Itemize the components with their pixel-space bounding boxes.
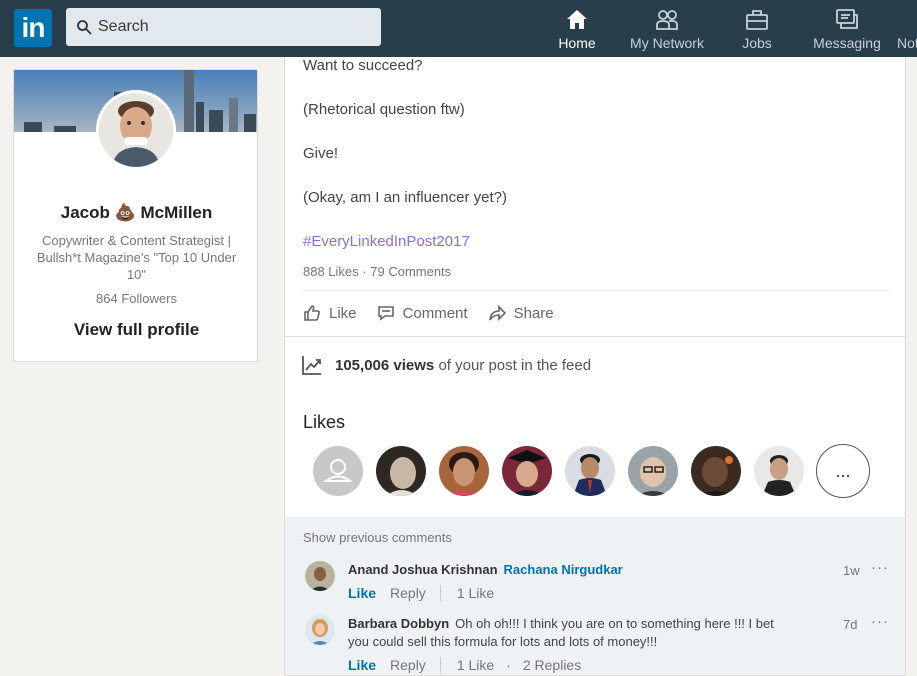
search-input[interactable] — [98, 18, 368, 36]
commenter-avatar[interactable] — [305, 561, 335, 591]
post-views[interactable]: 105,006 views of your post in the feed — [301, 354, 591, 376]
liker-photo — [376, 446, 426, 496]
separator-dot: · — [506, 657, 511, 673]
comment-time: 7d — [843, 617, 858, 632]
liker-avatar[interactable] — [754, 446, 804, 496]
commenter-avatar[interactable] — [305, 615, 335, 645]
comment-time: 1w — [843, 563, 860, 578]
post-text-line: Give! — [303, 145, 339, 162]
comment-reply-button[interactable]: Reply — [390, 657, 426, 673]
nav-notifications-label: Not — [897, 35, 917, 51]
liker-photo — [691, 446, 741, 496]
comment-body: Barbara Dobbyn Oh oh oh!!! I think you ar… — [348, 615, 798, 651]
home-icon — [567, 10, 587, 29]
views-caption: of your post in the feed — [438, 356, 592, 374]
liker-avatar[interactable] — [439, 446, 489, 496]
profile-card: Jacob 💩 McMillen Copywriter & Content St… — [13, 69, 258, 362]
profile-headline: Copywriter & Content Strategist | Bullsh… — [36, 233, 237, 282]
post-actions: Like Comment Share — [303, 304, 574, 322]
liker-avatar[interactable] — [565, 446, 615, 496]
views-number: 105,006 views — [335, 356, 435, 374]
liker-photo — [754, 446, 804, 496]
show-previous-comments-link[interactable]: Show previous comments — [303, 530, 452, 545]
likes-heading: Likes — [303, 412, 346, 432]
comments-count-link[interactable]: 79 Comments — [370, 264, 451, 279]
like-button-label: Like — [329, 304, 357, 322]
network-icon — [656, 10, 678, 30]
stats-separator: · — [362, 264, 367, 279]
comment-mention[interactable]: Rachana Nirgudkar — [504, 562, 623, 577]
liker-avatar[interactable] — [628, 446, 678, 496]
likes-count-link[interactable]: 888 Likes — [303, 264, 359, 279]
comment-icon — [377, 306, 394, 321]
top-nav-bar: in Home My Network Jobs Messaging Not — [0, 0, 917, 57]
likers-list: ... — [313, 444, 870, 498]
messaging-icon — [836, 9, 858, 29]
share-icon — [488, 305, 506, 321]
comment-like-button[interactable]: Like — [348, 585, 376, 601]
nav-home[interactable]: Home — [558, 7, 596, 53]
post-text-line: Want to succeed? — [303, 57, 423, 74]
nav-my-network-label: My Network — [630, 35, 704, 51]
comment-likes-count[interactable]: 1 Like — [457, 585, 494, 601]
comment-reply-button[interactable]: Reply — [390, 585, 426, 601]
comment-menu-button[interactable]: ··· — [871, 613, 889, 630]
comment-menu-button[interactable]: ··· — [871, 559, 889, 576]
nav-messaging[interactable]: Messaging — [813, 7, 881, 53]
view-full-profile-link[interactable]: View full profile — [14, 320, 257, 340]
commenter-photo — [305, 561, 335, 591]
nav-notifications[interactable]: Not — [897, 7, 917, 53]
comment-actions: Like Reply 1 Like — [348, 585, 494, 601]
share-button[interactable]: Share — [488, 304, 554, 322]
post-stats: 888 Likes · 79 Comments — [303, 264, 451, 279]
comment-author[interactable]: Anand Joshua Krishnan — [348, 562, 498, 577]
liker-photo — [565, 446, 615, 496]
profile-name[interactable]: Jacob 💩 McMillen — [14, 203, 257, 223]
search-icon — [77, 20, 92, 35]
like-button[interactable]: Like — [303, 304, 357, 322]
profile-followers: 864 Followers — [96, 291, 177, 306]
commenter-photo — [305, 615, 335, 645]
comments-section: Show previous comments Anand Joshua Kris… — [285, 517, 905, 675]
liker-avatar[interactable] — [376, 446, 426, 496]
more-likers-button[interactable]: ... — [816, 444, 870, 498]
briefcase-icon — [746, 10, 768, 30]
liker-avatar[interactable] — [691, 446, 741, 496]
liker-avatar[interactable] — [313, 446, 363, 496]
liker-photo — [628, 446, 678, 496]
comment-actions: Like Reply 1 Like · 2 Replies — [348, 657, 581, 673]
liker-photo — [439, 446, 489, 496]
comment-likes-count[interactable]: 1 Like — [457, 657, 494, 673]
comment-like-button[interactable]: Like — [348, 657, 376, 673]
linkedin-logo[interactable]: in — [14, 9, 52, 47]
divider — [439, 585, 441, 601]
nav-home-label: Home — [558, 35, 596, 51]
divider — [285, 336, 905, 337]
trending-chart-icon — [302, 356, 321, 375]
nav-my-network[interactable]: My Network — [630, 7, 704, 53]
liker-avatar[interactable] — [502, 446, 552, 496]
comment-replies-link[interactable]: 2 Replies — [523, 657, 581, 673]
post-card: Want to succeed? (Rhetorical question ft… — [284, 57, 906, 676]
nav-jobs-label: Jobs — [742, 35, 772, 51]
divider — [439, 657, 441, 673]
comment-button[interactable]: Comment — [377, 304, 468, 322]
default-person-icon — [313, 446, 363, 496]
profile-photo — [99, 93, 173, 167]
post-hashtag-link[interactable]: #EveryLinkedInPost2017 — [303, 233, 470, 250]
comment-author[interactable]: Barbara Dobbyn — [348, 616, 449, 631]
thumbs-up-icon — [304, 305, 320, 321]
profile-avatar[interactable] — [96, 90, 176, 170]
divider — [303, 290, 889, 291]
post-text-line: (Okay, am I an influencer yet?) — [303, 189, 507, 206]
comment-body: Anand Joshua Krishnan Rachana Nirgudkar — [348, 561, 798, 579]
share-button-label: Share — [513, 304, 554, 322]
post-text-line: (Rhetorical question ftw) — [303, 101, 465, 118]
nav-jobs[interactable]: Jobs — [742, 7, 772, 53]
liker-photo — [502, 446, 552, 496]
search-box[interactable] — [66, 8, 381, 46]
comment-button-label: Comment — [402, 304, 468, 322]
nav-messaging-label: Messaging — [813, 35, 881, 51]
